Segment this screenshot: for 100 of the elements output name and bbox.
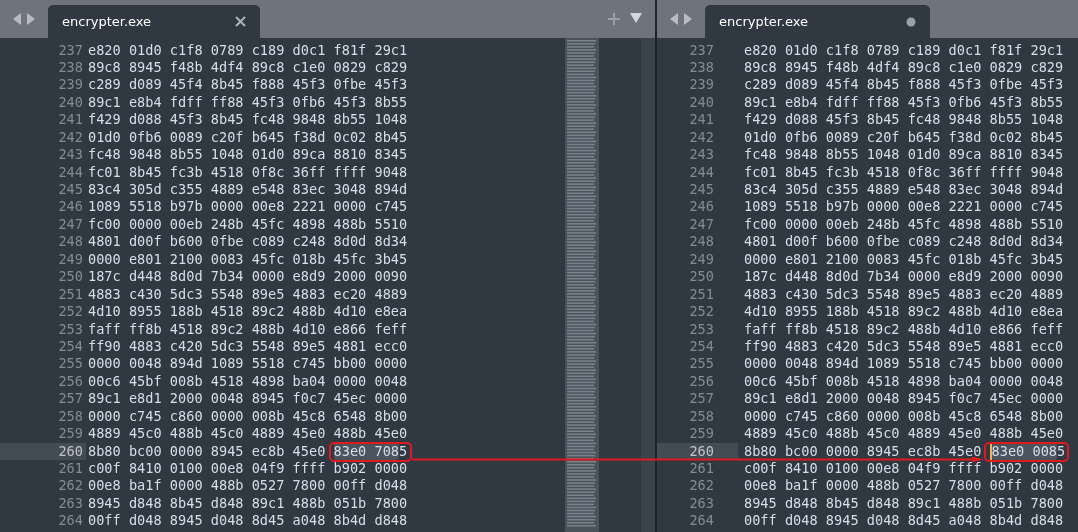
line-number: 247 [57,215,84,234]
hex-line: 187c d448 8d0d 7b34 0000 e8d9 2000 0090 [88,268,408,286]
hex-text: 8b80 bc00 0000 8945 ec8b 45e0 [744,442,983,460]
line-number: 252 [688,303,715,321]
line-number: 256 [688,372,715,391]
hex-line: 01d0 0fb6 0089 c20f b645 f38d 0c02 8b45 [744,128,1064,147]
line-number: 264 [57,512,84,530]
scrollbar[interactable] [641,38,655,532]
hex-text: 5 [1057,442,1066,460]
line-number: 239 [688,76,715,94]
line-number: 245 [57,181,84,199]
hex-line: 4889 45c0 488b 45c0 4889 45e0 488b 45e0 [744,425,1064,443]
hex-line: 89c1 e8b4 fdff ff88 45f3 0fb6 45f3 8b55 [88,93,408,112]
line-number: 254 [57,337,84,356]
line-number: 264 [688,512,715,530]
hex-line: fc00 0000 00eb 248b 45fc 4898 488b 5510 [88,215,408,234]
line-number: 254 [688,337,715,356]
line-number: 258 [688,407,715,426]
line-number: 246 [57,198,84,216]
hex-line: 83c4 305d c355 4889 e548 83ec 3048 894d [744,181,1064,199]
plus-icon[interactable] [607,12,621,26]
line-number: 248 [688,233,715,251]
hex-text: 8b80 bc00 0000 8945 ec8b 45e0 [88,442,327,460]
file-tab[interactable]: encrypter.exe [705,5,930,38]
hex-line: 00e8 ba1f 0000 488b 0527 7800 00ff d048 [88,477,408,495]
back-arrow-icon[interactable] [12,12,22,26]
hex-text: 5 [399,442,408,460]
line-number: 246 [688,198,715,216]
hex-line: 00ff d048 8945 d048 8d45 a048 8b4d d848 [88,512,408,530]
hex-line: 89c1 e8b4 fdff ff88 45f3 0fb6 45f3 8b55 [744,93,1064,112]
hex-line: ff90 4883 c420 5dc3 5548 89e5 4881 ecc0 [88,337,408,356]
hex-line: 4d10 8955 188b 4518 89c2 488b 4d10 e8ea [744,303,1064,321]
line-number: 241 [57,111,84,129]
minimap[interactable] [565,38,599,532]
line-number: 248 [57,233,84,251]
hex-line: 0000 e801 2100 0083 45fc 018b 45fc 3b45 [88,250,408,269]
hex-line: 1089 5518 b97b 0000 00e8 2221 0000 c745 [88,198,408,216]
hex-line: 4801 d00f b600 0fbe c089 c248 8d0d 8d34 [744,233,1064,251]
forward-arrow-icon[interactable] [683,12,693,26]
line-number: 240 [57,93,84,112]
line-number: 238 [688,58,715,77]
hex-line: 00c6 45bf 008b 4518 4898 ba04 0000 0048 [88,372,408,391]
hex-line: ff90 4883 c420 5dc3 5548 89e5 4881 ecc0 [744,337,1064,356]
hex-line: c00f 8410 0100 00e8 04f9 ffff b902 0000 [744,460,1064,478]
hex-line: 4d10 8955 188b 4518 89c2 488b 4d10 e8ea [88,303,408,321]
line-number: 241 [688,111,715,129]
line-number: 263 [57,494,84,513]
hex-line: 0000 c745 c860 0000 008b 45c8 6548 8b00 [88,407,408,426]
hex-line: e820 01d0 c1f8 0789 c189 d0c1 f81f 29c1 [744,41,1064,59]
hex-line: 00ff d048 8945 d048 8d45 a048 8b4d d848 [744,512,1064,530]
back-arrow-icon[interactable] [669,12,679,26]
line-number: 261 [57,460,84,478]
hex-line: e820 01d0 c1f8 0789 c189 d0c1 f81f 29c1 [88,41,408,59]
forward-arrow-icon[interactable] [26,12,36,26]
line-number: 238 [57,58,84,77]
line-number: 237 [57,41,84,59]
line-number: 242 [57,128,84,147]
hex-line: fc48 9848 8b55 1048 01d0 89ca 8810 8345 [88,146,408,164]
line-number: 249 [688,250,715,269]
line-number: 260 [0,442,86,460]
line-number: 259 [57,425,84,443]
line-number: 259 [688,425,715,443]
line-number: 255 [688,355,715,373]
hex-line: 89c8 8945 f48b 4df4 89c8 c1e0 0829 c829 [744,58,1064,77]
dropdown-caret-icon[interactable] [629,12,643,24]
line-number: 237 [688,41,715,59]
line-number: 242 [688,128,715,147]
line-number: 243 [688,146,715,164]
line-number: 250 [688,268,715,286]
hex-line: 8945 d848 8b45 d848 89c1 488b 051b 7800 [88,494,408,513]
hex-line: 4883 c430 5dc3 5548 89e5 4883 ec20 4889 [88,285,408,304]
hex-line: 01d0 0fb6 0089 c20f b645 f38d 0c02 8b45 [88,128,408,147]
line-number: 253 [57,320,84,338]
line-number: 256 [57,372,84,391]
hex-line: 83c4 305d c355 4889 e548 83ec 3048 894d [88,181,408,199]
line-number: 255 [57,355,84,373]
line-number: 263 [688,494,715,513]
line-number: 245 [688,181,715,199]
hex-line: 00e8 ba1f 0000 488b 0527 7800 00ff d048 [744,477,1064,495]
line-number: 239 [57,76,84,94]
line-number: 257 [688,390,715,408]
file-tab[interactable]: encrypter.exe [48,5,260,38]
line-number: 253 [688,320,715,338]
hex-line: 00c6 45bf 008b 4518 4898 ba04 0000 0048 [744,372,1064,391]
line-number: 247 [688,215,715,234]
hex-line: c289 d089 45f4 8b45 f888 45f3 0fbe 45f3 [88,76,408,94]
hex-line: c289 d089 45f4 8b45 f888 45f3 0fbe 45f3 [744,76,1064,94]
line-number: 249 [57,250,84,269]
line-number: 262 [57,477,84,495]
hex-line: c00f 8410 0100 00e8 04f9 ffff b902 0000 [88,460,408,478]
line-number: 251 [57,285,84,304]
close-icon[interactable] [235,16,246,27]
hex-line: 0000 0048 894d 1089 5518 c745 bb00 0000 [88,355,408,373]
hex-line: 0000 e801 2100 0083 45fc 018b 45fc 3b45 [744,250,1064,269]
line-number: 243 [57,146,84,164]
hex-line: fc48 9848 8b55 1048 01d0 89ca 8810 8345 [744,146,1064,164]
line-number: 244 [688,163,715,181]
hex-line: 8945 d848 8b45 d848 89c1 488b 051b 7800 [744,494,1064,513]
hex-line: 89c1 e8d1 2000 0048 8945 f0c7 45ec 0000 [88,390,408,408]
hex-line: 89c1 e8d1 2000 0048 8945 f0c7 45ec 0000 [744,390,1064,408]
